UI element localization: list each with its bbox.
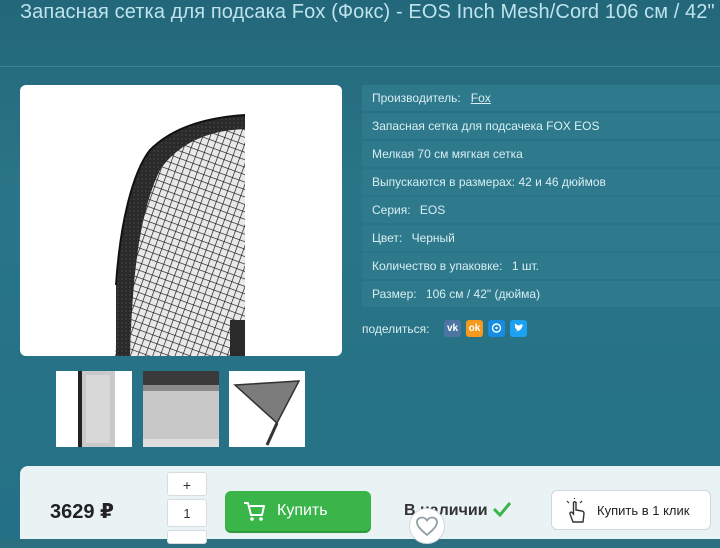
product-title: Запасная сетка для подсака Fox (Фокс) - … (20, 1, 715, 23)
one-click-buy-button[interactable]: Купить в 1 клик (551, 490, 711, 530)
spec-quantity: Количество в упаковке: 1 шт. (362, 253, 720, 279)
vk-icon[interactable]: vk (444, 320, 461, 337)
spec-quantity-label: Количество в упаковке: (372, 259, 503, 273)
hand-pointer-icon (566, 498, 585, 523)
spec-series: Серия: EOS (362, 197, 720, 223)
spec-manufacturer: Производитель: Fox (362, 85, 720, 111)
spec-quantity-value: 1 шт. (511, 259, 539, 273)
moimir-glyph (491, 323, 502, 333)
buy-button[interactable]: Купить (225, 491, 371, 531)
check-icon (492, 502, 512, 518)
thumbnail-2[interactable] (143, 371, 219, 447)
spec-series-label: Серия: (372, 203, 411, 217)
qty-input[interactable]: 1 (167, 499, 207, 527)
thumbnail-3-image (229, 371, 305, 447)
price: 3629 ₽ (50, 501, 114, 523)
qty-increase-button[interactable]: + (167, 472, 207, 496)
thumbnail-1-image (56, 371, 132, 447)
specifications-list: Производитель: Fox Запасная сетка для под… (362, 85, 720, 309)
qty-decrease-button[interactable] (167, 530, 207, 544)
odnoklassniki-icon-text: ok (468, 323, 481, 334)
vk-icon-text: vk (446, 323, 459, 334)
twitter-glyph (514, 323, 524, 332)
spec-color: Цвет: Черный (362, 225, 720, 251)
heart-icon (416, 516, 438, 537)
buy-button-label: Купить (277, 502, 328, 519)
spec-description-2: Мелкая 70 см мягкая сетка (362, 141, 720, 167)
spec-size-label: Размер: (372, 287, 417, 301)
one-click-buy-label: Купить в 1 клик (597, 503, 690, 518)
odnoklassniki-icon[interactable]: ok (466, 320, 483, 337)
thumbnail-3[interactable] (229, 371, 305, 447)
net-illustration (115, 114, 246, 356)
thumbnail-2-image (143, 371, 219, 447)
main-product-image[interactable] (20, 85, 342, 356)
spec-color-value: Черный (411, 231, 455, 245)
thumbnail-1[interactable] (56, 371, 132, 447)
spec-description-1: Запасная сетка для подсачека FOX EOS (362, 113, 720, 139)
spec-series-value: EOS (419, 203, 446, 217)
spec-sizes: Выпускаются в размерах: 42 и 46 дюймов (362, 169, 720, 195)
spec-size: Размер: 106 см / 42" (дюйма) (362, 281, 720, 307)
twitter-icon[interactable] (510, 320, 527, 337)
moimir-icon[interactable] (488, 320, 505, 337)
spec-color-label: Цвет: (372, 231, 403, 245)
spec-manufacturer-label: Производитель: (372, 91, 461, 105)
divider (0, 66, 720, 67)
spec-size-value: 106 см / 42" (дюйма) (425, 287, 541, 301)
manufacturer-link[interactable]: Fox (471, 91, 491, 105)
cart-icon (244, 502, 265, 521)
share-label: поделиться: (362, 322, 430, 336)
